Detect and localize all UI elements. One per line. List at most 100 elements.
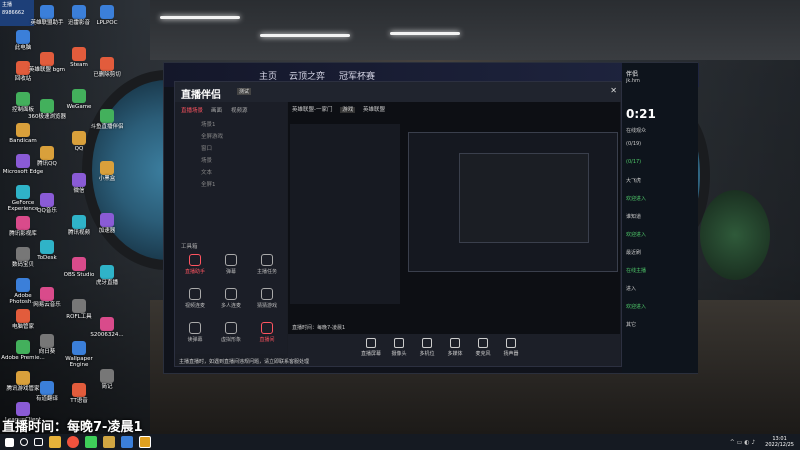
desktop-icon-label: 加速器 xyxy=(98,228,116,234)
desktop-icon[interactable]: S2006324... xyxy=(84,317,130,338)
desktop-icon-label: 360极速浏览器 xyxy=(28,114,66,120)
desktop-icon[interactable]: Bandicam xyxy=(0,123,46,144)
desktop-icon[interactable]: QQ音乐 xyxy=(24,193,70,214)
app-icon xyxy=(40,381,54,395)
app-icon xyxy=(40,334,54,348)
bottom-toolbar-button[interactable]: 多机位 xyxy=(414,338,440,357)
desktop-icon[interactable]: 加速器 xyxy=(84,213,130,234)
app-icon[interactable] xyxy=(121,436,133,448)
toolbar-label: 多机位 xyxy=(419,351,435,357)
chat-line: 最近刷 xyxy=(626,250,642,256)
stream-timer: 0:21 xyxy=(626,107,656,121)
tool-button[interactable]: 视频连麦 xyxy=(179,288,211,309)
tray-icons[interactable]: ^ ▭ ◐ ♪ xyxy=(730,439,755,446)
desktop: 主播 8986662 此电脑 回收站 控制面板 Bandicam Microsoft E… xyxy=(0,0,800,434)
desktop-icon[interactable]: QQ xyxy=(56,131,102,152)
toolbar-label: 摄像头 xyxy=(391,351,407,357)
desktop-icon-label: 微信 xyxy=(73,188,85,194)
chat-line: 进入 xyxy=(626,286,637,292)
scene-item[interactable]: 场景 xyxy=(181,156,281,165)
desktop-icon-label: Microsoft Edge xyxy=(2,169,44,175)
desktop-icon[interactable]: LPLPOC xyxy=(84,5,130,26)
tool-icon xyxy=(261,322,273,334)
desktop-icon[interactable]: 已删除剪切 xyxy=(84,57,130,78)
desktop-icon-label: 小黑盒 xyxy=(98,176,116,182)
tool-button[interactable]: 直播间 xyxy=(251,322,283,343)
scene-item[interactable]: 场景1 xyxy=(181,120,281,129)
desktop-icon-label: 腾讯QQ xyxy=(37,161,57,167)
app-icon xyxy=(40,240,54,254)
stream-title[interactable]: 英雄联盟-一家门 xyxy=(292,107,333,113)
desktop-icon[interactable]: 电脑管家 xyxy=(0,309,46,330)
app-icon xyxy=(72,299,86,313)
scene-item[interactable]: 窗口 xyxy=(181,144,281,153)
tools-header: 工具箱 xyxy=(181,244,198,250)
taskview-icon[interactable] xyxy=(34,438,43,446)
close-icon[interactable]: ✕ xyxy=(610,86,617,95)
desktop-icon[interactable]: 腾讯影视库 xyxy=(0,216,46,237)
tool-button[interactable]: 读弹幕 xyxy=(179,322,211,343)
scene-item[interactable]: 全屏游戏 xyxy=(181,132,281,141)
tool-button[interactable]: 直播助手 xyxy=(179,254,211,275)
search-icon[interactable] xyxy=(20,438,28,446)
desktop-icon-label: TT语音 xyxy=(70,398,88,404)
right-panel: 伴侣 jk.hm 0:21 在线观众 (0/19) (0/17) 大飞虎 欢迎进入 谁知… xyxy=(622,63,698,373)
live-app-icon[interactable] xyxy=(139,436,151,448)
desktop-icon[interactable]: Wallpaper Engine xyxy=(56,341,102,369)
chrome-icon[interactable] xyxy=(67,436,79,448)
app-icon xyxy=(100,369,114,383)
tab-scenes[interactable]: 直播场景 xyxy=(181,106,203,114)
desktop-icon-label: 腾讯影视库 xyxy=(9,231,37,237)
start-icon[interactable] xyxy=(5,437,14,447)
bottom-toolbar-button[interactable]: 麦克风 xyxy=(470,338,496,357)
chat-line: 欢迎进入 xyxy=(626,196,647,202)
scene-item[interactable]: 文本 xyxy=(181,168,281,177)
app-icon xyxy=(100,109,114,123)
warning-bar: 主播直播时，如遇到直播间违规问题，请立即联系客服处理 xyxy=(179,359,310,365)
explorer-icon[interactable] xyxy=(49,436,61,448)
chat-line: 其它 xyxy=(626,322,637,328)
desktop-icon[interactable]: 斗鱼直播伴侣 xyxy=(84,109,130,130)
tool-button[interactable]: 多人连麦 xyxy=(215,288,247,309)
app-icon xyxy=(72,131,86,145)
desktop-icon-label: 电脑管家 xyxy=(11,324,34,330)
preview-caption: 直播时间：每晚7-凌晨1 xyxy=(292,325,346,331)
tab-source[interactable]: 视频源 xyxy=(231,106,248,114)
desktop-icon[interactable]: 虎牙直播 xyxy=(84,265,130,286)
game-client-window[interactable]: 主页 云顶之弈 冠军杯赛 直播伴侣 测试 ✕ 直播场景 画面 视频源 场景1 全屏… xyxy=(163,62,699,374)
tool-label: 读弹幕 xyxy=(187,337,203,343)
tool-button[interactable]: 猜猜游戏 xyxy=(251,288,283,309)
wallpaper-ceiling xyxy=(150,0,800,60)
bottom-toolbar-button[interactable]: 多媒体 xyxy=(442,338,468,357)
tool-button[interactable]: 弹幕 xyxy=(215,254,247,275)
desktop-icon[interactable]: 简记 xyxy=(84,369,130,390)
tool-label: 直播助手 xyxy=(184,269,205,275)
tool-button[interactable]: 主播任务 xyxy=(251,254,283,275)
desktop-icon-label: S2006324... xyxy=(90,332,124,338)
toolbar-label: 扬声器 xyxy=(503,351,519,357)
app-badge: 测试 xyxy=(237,88,252,95)
tool-button[interactable]: 虚拟形象 xyxy=(215,322,247,343)
tab-screen[interactable]: 画面 xyxy=(211,106,222,114)
toolbar-icon xyxy=(478,338,488,348)
clock[interactable]: 13:01 2022/12/25 xyxy=(759,436,800,448)
chat-line: 大飞虎 xyxy=(626,178,642,184)
nested-preview-inner xyxy=(459,153,589,243)
lol-icon[interactable] xyxy=(103,436,115,448)
wallpaper-light xyxy=(260,34,350,37)
bottom-toolbar-button[interactable]: 直播屏幕 xyxy=(358,338,384,357)
desktop-icon[interactable]: WeGame xyxy=(56,89,102,110)
desktop-icon[interactable]: 小黑盒 xyxy=(84,161,130,182)
chat-line: 欢迎进入 xyxy=(626,304,647,310)
desktop-icon[interactable]: 此电脑 xyxy=(0,30,46,51)
chat-line: 谁知道 xyxy=(626,214,642,220)
scene-item[interactable]: 全屏1 xyxy=(181,180,281,189)
tool-icon xyxy=(225,288,237,300)
tool-icon xyxy=(225,254,237,266)
tool-icon xyxy=(189,254,201,266)
bottom-toolbar-button[interactable]: 摄像头 xyxy=(386,338,412,357)
wechat-icon[interactable] xyxy=(85,436,97,448)
app-icon xyxy=(16,309,30,323)
toolbar-label: 麦克风 xyxy=(475,351,491,357)
bottom-toolbar-button[interactable]: 扬声器 xyxy=(498,338,524,357)
